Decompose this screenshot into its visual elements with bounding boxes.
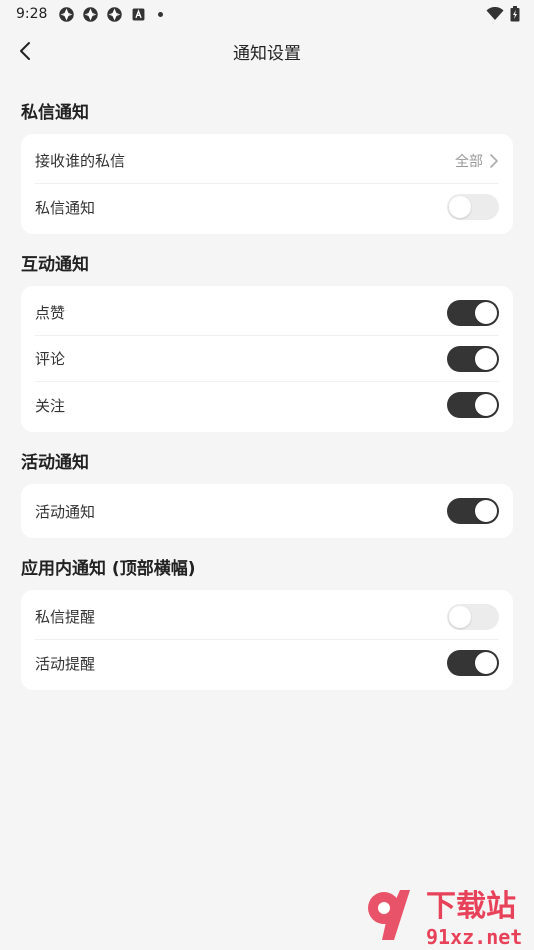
toggle-activity-notification[interactable] [447, 498, 499, 524]
toggle-knob [475, 500, 497, 522]
navigation-bar: 通知设置 [0, 28, 534, 74]
toggle-knob [475, 652, 497, 674]
row-follows: 关注 [35, 382, 499, 428]
toggle-knob [475, 347, 497, 370]
row-label: 私信通知 [35, 198, 96, 217]
battery-charging-icon [510, 6, 520, 22]
toggle-comments[interactable] [447, 345, 499, 372]
status-bar: 9:28 [0, 0, 534, 28]
card-in-app-banner: 私信提醒 活动提醒 [21, 590, 513, 690]
toggle-message-reminder[interactable] [447, 603, 499, 630]
section-title-in-app-banner: 应用内通知 (顶部横幅) [21, 558, 196, 579]
row-label: 关注 [35, 396, 66, 415]
watermark-brand: 下载站 [426, 889, 516, 924]
toggle-knob [475, 301, 497, 324]
back-button[interactable] [10, 36, 40, 66]
section-title-interaction: 互动通知 [21, 254, 89, 275]
toggle-knob [475, 394, 497, 416]
watermark-domain: 91xz.net [426, 925, 522, 948]
text-notification-icon [133, 8, 145, 20]
row-message-reminder: 私信提醒 [35, 594, 499, 640]
more-notifications-dot [158, 11, 164, 17]
row-label: 评论 [35, 350, 66, 368]
row-label: 私信提醒 [35, 608, 96, 626]
toggle-activity-reminder[interactable] [447, 650, 499, 676]
app-notification-icon [107, 6, 123, 22]
wifi-icon [486, 7, 504, 20]
page-title: 通知设置 [233, 43, 301, 64]
row-label: 点赞 [35, 304, 66, 322]
card-interaction: 点赞 评论 关注 [21, 286, 513, 432]
card-activity: 活动通知 [21, 484, 513, 538]
toggle-follows[interactable] [447, 392, 499, 418]
row-activity-notification: 活动通知 [35, 488, 499, 534]
row-label: 接收谁的私信 [35, 152, 126, 170]
row-likes: 点赞 [35, 290, 499, 336]
row-value: 全部 [455, 153, 483, 170]
app-notification-icon [83, 6, 99, 22]
chevron-left-icon [20, 42, 30, 60]
app-notification-icon [59, 6, 75, 22]
toggle-private-message-notification[interactable] [447, 194, 499, 220]
row-label: 活动提醒 [35, 654, 96, 673]
section-title-activity: 活动通知 [21, 452, 89, 473]
settings-content: 私信通知 接收谁的私信 全部 私信通知 互动通知 点赞 评论 关注 活动通知 活… [21, 86, 513, 694]
toggle-knob [449, 605, 471, 628]
chevron-right-icon [490, 153, 498, 168]
row-receive-messages-from[interactable]: 接收谁的私信 全部 [35, 138, 499, 184]
row-private-message-notification: 私信通知 [35, 184, 499, 230]
watermark-logo: 下载站 91xz.net [368, 889, 522, 948]
toggle-likes[interactable] [447, 299, 499, 326]
row-comments: 评论 [35, 336, 499, 382]
card-private-message: 接收谁的私信 全部 私信通知 [21, 134, 513, 234]
row-activity-reminder: 活动提醒 [35, 640, 499, 686]
section-title-private-message: 私信通知 [21, 102, 89, 123]
toggle-knob [449, 196, 471, 218]
row-label: 活动通知 [35, 502, 96, 521]
status-time: 9:28 [16, 6, 48, 22]
